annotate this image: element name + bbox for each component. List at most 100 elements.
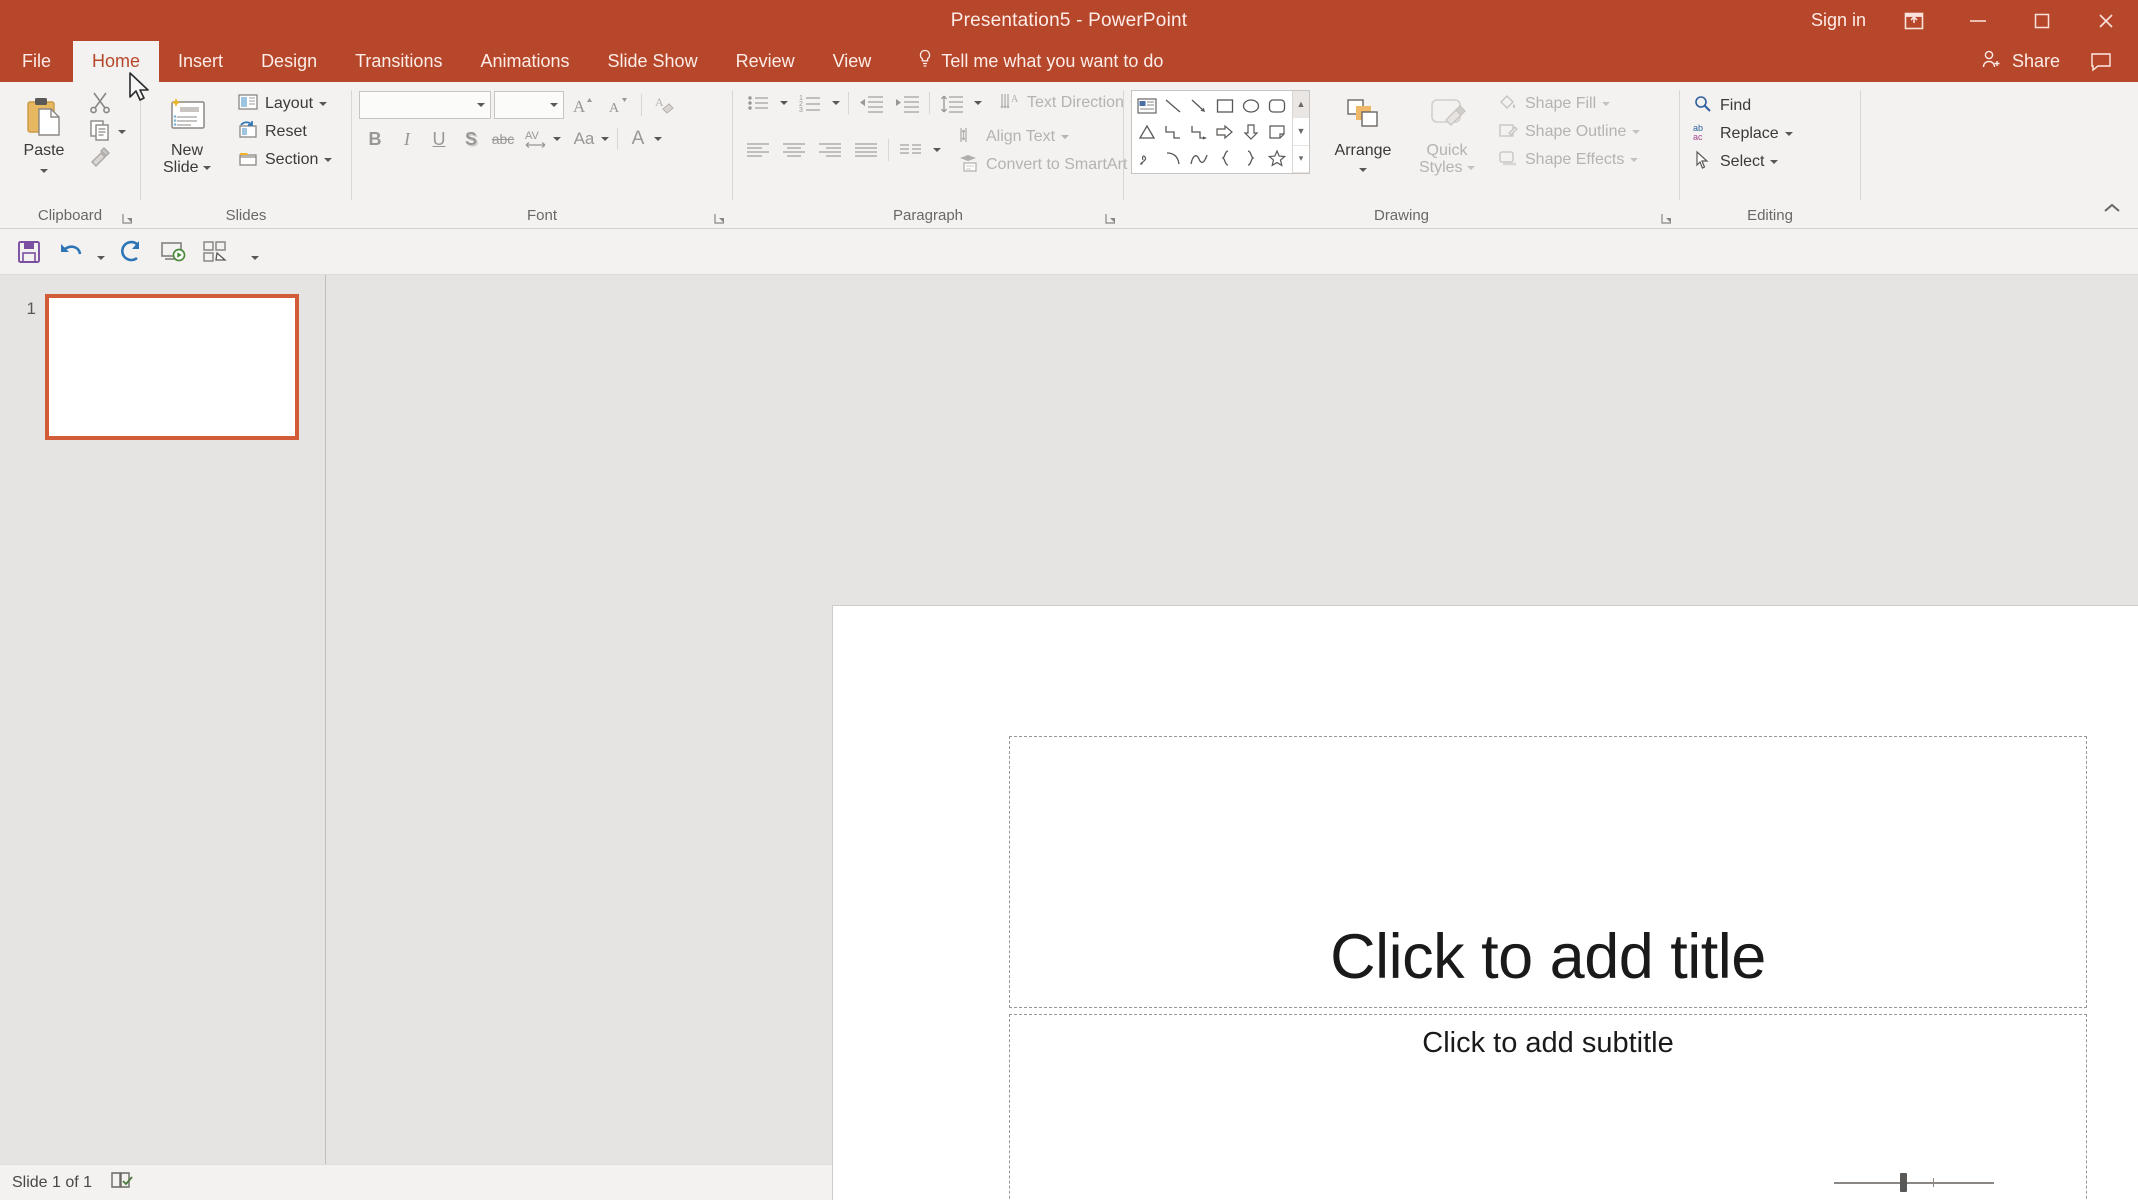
ribbon-display-options-icon[interactable] [1882, 0, 1946, 41]
copy-dropdown-caret[interactable] [118, 130, 126, 134]
arrange-dropdown-caret[interactable] [1359, 168, 1367, 173]
clear-formatting-button[interactable]: A [649, 90, 681, 120]
align-text-dropdown-caret[interactable] [1061, 135, 1070, 139]
shape-arc[interactable] [1160, 145, 1186, 171]
increase-indent-button[interactable] [889, 88, 925, 118]
shape-line[interactable] [1160, 93, 1186, 119]
shape-rounded-rectangle[interactable] [1264, 93, 1290, 119]
customize-quick-access-toolbar-icon[interactable] [251, 255, 259, 260]
font-color-button[interactable]: A [622, 124, 654, 154]
columns-button[interactable] [893, 135, 929, 165]
shape-effects-dropdown-caret[interactable] [1630, 158, 1639, 162]
select-dropdown-caret[interactable] [1770, 160, 1779, 164]
shape-oval[interactable] [1238, 93, 1264, 119]
shape-right-arrow[interactable] [1212, 119, 1238, 145]
shape-outline-dropdown-caret[interactable] [1632, 130, 1641, 134]
new-slide-dropdown-caret[interactable] [203, 166, 212, 171]
font-color-dropdown-caret[interactable] [654, 137, 662, 141]
bold-button[interactable]: B [359, 124, 391, 154]
tell-me-search[interactable]: Tell me what you want to do [904, 41, 1177, 82]
chevron-up-icon[interactable] [2102, 201, 2122, 220]
layout-button[interactable]: Layout [232, 90, 337, 118]
underline-button[interactable]: U [423, 124, 455, 154]
drawing-dialog-launcher[interactable] [1660, 212, 1673, 225]
slide-canvas-pane[interactable]: Click to add title Click to add subtitle [326, 275, 2138, 1200]
text-direction-button[interactable]: A Text Direction [994, 89, 1143, 117]
align-right-button[interactable] [812, 135, 848, 165]
align-center-button[interactable] [776, 135, 812, 165]
clipboard-dialog-launcher[interactable] [121, 212, 134, 225]
close-button[interactable] [2074, 0, 2138, 41]
shapes-gallery[interactable]: ▲ ▼ ▾ [1131, 90, 1310, 174]
shape-triangle[interactable] [1134, 119, 1160, 145]
tab-review[interactable]: Review [717, 41, 814, 82]
align-left-button[interactable] [740, 135, 776, 165]
tab-design[interactable]: Design [242, 41, 336, 82]
sign-in-button[interactable]: Sign in [1795, 10, 1882, 31]
bullets-button[interactable] [740, 88, 776, 118]
font-dialog-launcher[interactable] [713, 212, 726, 225]
shape-arrow[interactable] [1186, 93, 1212, 119]
copy-button[interactable] [83, 118, 131, 146]
tab-transitions[interactable]: Transitions [336, 41, 461, 82]
text-shadow-button[interactable]: S [455, 124, 487, 154]
shape-down-arrow[interactable] [1238, 119, 1264, 145]
shape-fill-button[interactable]: Shape Fill [1492, 90, 1645, 118]
slide-thumbnail-1[interactable] [45, 294, 299, 440]
shape-elbow-arrow-connector[interactable] [1186, 119, 1212, 145]
share-button[interactable]: Share [1969, 49, 2072, 74]
convert-to-smartart-button[interactable]: Convert to SmartArt [953, 151, 1146, 179]
slide-canvas[interactable]: Click to add title Click to add subtitle [832, 605, 2138, 1200]
shape-folded-corner[interactable] [1264, 119, 1290, 145]
reset-button[interactable]: Reset [232, 118, 337, 146]
find-button[interactable]: Find [1687, 92, 1798, 120]
increase-font-size-button[interactable]: A [567, 90, 599, 120]
redo-icon[interactable] [112, 235, 150, 269]
shape-elbow-connector[interactable] [1160, 119, 1186, 145]
new-slide-button[interactable]: New Slide [148, 88, 226, 177]
quick-styles-dropdown-caret[interactable] [1467, 166, 1476, 171]
select-button[interactable]: Select [1687, 148, 1798, 176]
line-spacing-dropdown-caret[interactable] [974, 101, 982, 105]
cut-button[interactable] [83, 90, 131, 118]
save-icon[interactable] [10, 235, 48, 269]
shapes-more-button[interactable]: ▾ [1293, 146, 1309, 173]
section-button[interactable]: Section [232, 146, 337, 174]
decrease-indent-button[interactable] [853, 88, 889, 118]
change-case-button[interactable]: Aa [567, 124, 601, 154]
italic-button[interactable]: I [391, 124, 423, 154]
tab-slide-show[interactable]: Slide Show [589, 41, 717, 82]
font-name-dropdown-caret[interactable] [477, 103, 485, 107]
paste-dropdown-caret[interactable] [40, 169, 48, 174]
shape-star[interactable] [1264, 145, 1290, 171]
strikethrough-button[interactable]: abc [487, 124, 519, 154]
title-placeholder[interactable]: Click to add title [1009, 736, 2087, 1008]
justify-button[interactable] [848, 135, 884, 165]
numbering-button[interactable]: 123 [792, 88, 828, 118]
comment-icon[interactable] [2078, 52, 2124, 72]
spellcheck-icon[interactable] [110, 1169, 134, 1196]
minimize-button[interactable] [1946, 0, 2010, 41]
bullets-dropdown-caret[interactable] [780, 101, 788, 105]
shapes-icon[interactable] [196, 235, 234, 269]
shape-curve[interactable] [1186, 145, 1212, 171]
shape-effects-button[interactable]: Shape Effects [1492, 146, 1645, 174]
shapes-gallery-scrollbar[interactable]: ▲ ▼ ▾ [1292, 91, 1309, 173]
shapes-scroll-up-button[interactable]: ▲ [1293, 91, 1309, 119]
decrease-font-size-button[interactable]: A [602, 90, 634, 120]
zoom-slider[interactable] [1834, 1168, 1994, 1198]
replace-dropdown-caret[interactable] [1784, 132, 1793, 136]
tab-view[interactable]: View [814, 41, 891, 82]
thumbnail-item[interactable]: 1 [20, 294, 299, 440]
change-case-dropdown-caret[interactable] [601, 137, 609, 141]
shapes-scroll-down-button[interactable]: ▼ [1293, 118, 1309, 146]
font-size-input[interactable] [494, 91, 564, 119]
undo-icon[interactable] [52, 235, 90, 269]
line-spacing-button[interactable] [934, 88, 970, 118]
section-dropdown-caret[interactable] [324, 158, 333, 162]
slide-thumbnail-pane[interactable]: 1 [0, 275, 326, 1164]
quick-styles-button[interactable]: Quick Styles [1406, 88, 1488, 177]
columns-dropdown-caret[interactable] [933, 148, 941, 152]
shape-scribble[interactable] [1134, 145, 1160, 171]
shape-text-box[interactable] [1134, 93, 1160, 119]
